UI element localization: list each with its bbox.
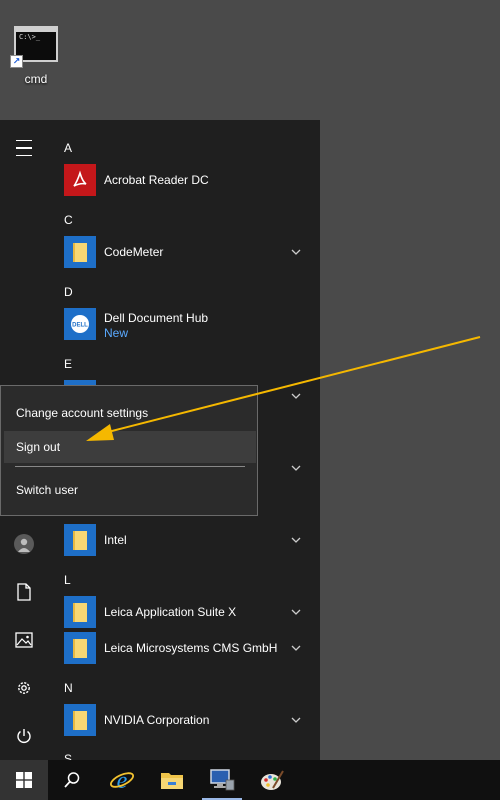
windows-start-icon <box>16 772 32 788</box>
popup-divider <box>15 466 245 467</box>
settings-button[interactable] <box>0 666 48 710</box>
document-icon <box>17 583 31 601</box>
letter-header-l[interactable]: L <box>64 573 71 587</box>
chevron-down-icon <box>291 393 301 399</box>
dell-icon: DELL <box>64 308 96 340</box>
app-intel[interactable]: Intel <box>56 524 318 560</box>
cmd-thumb-text: C:\>_ <box>19 33 41 41</box>
chevron-down-icon <box>291 465 301 471</box>
user-icon <box>14 534 34 554</box>
app-name: Acrobat Reader DC <box>104 173 209 187</box>
search-icon <box>64 772 80 788</box>
account-flyout: Change account settings Sign out Switch … <box>0 385 258 516</box>
desktop-shortcut-cmd[interactable]: C:\>_ ↗ cmd <box>8 26 64 92</box>
chevron-down-icon <box>291 249 301 255</box>
chevron-down-icon <box>291 645 301 651</box>
chevron-down-icon <box>291 717 301 723</box>
new-badge: New <box>104 326 129 340</box>
letter-header-n[interactable]: N <box>64 681 73 695</box>
paint-icon <box>261 770 284 790</box>
folder-icon <box>64 632 96 664</box>
internet-explorer-button[interactable]: e <box>98 760 146 800</box>
app-name: Intel <box>104 533 127 547</box>
svg-text:e: e <box>117 768 128 793</box>
svg-text:DELL: DELL <box>72 323 88 329</box>
app-name: Leica Application Suite X <box>104 605 237 619</box>
server-manager-icon <box>210 769 235 791</box>
app-name: NVIDIA Corporation <box>104 713 210 727</box>
folder-icon <box>64 236 96 268</box>
switch-user-item[interactable]: Switch user <box>4 474 256 506</box>
app-name: CodeMeter <box>104 245 164 259</box>
chevron-down-icon <box>291 609 301 615</box>
power-button[interactable] <box>0 714 48 758</box>
cmd-icon: C:\>_ ↗ <box>10 26 58 68</box>
app-leica-application-suite[interactable]: Leica Application Suite X <box>56 596 318 632</box>
gear-icon <box>18 682 30 694</box>
documents-button[interactable] <box>0 570 48 614</box>
shortcut-arrow-icon: ↗ <box>10 55 23 68</box>
app-name: Dell Document Hub <box>104 311 209 325</box>
pictures-button[interactable] <box>0 618 48 662</box>
file-explorer-button[interactable] <box>148 760 196 800</box>
app-acrobat-reader[interactable]: Acrobat Reader DC <box>56 164 318 200</box>
pictures-icon <box>15 632 33 648</box>
app-leica-microsystems[interactable]: Leica Microsystems CMS GmbH <box>56 632 318 668</box>
expand-menu-button[interactable] <box>0 126 48 170</box>
folder-icon <box>64 704 96 736</box>
server-manager-button[interactable] <box>198 760 246 800</box>
letter-header-c[interactable]: C <box>64 213 73 227</box>
internet-explorer-icon: e <box>110 768 134 793</box>
chevron-down-icon <box>291 537 301 543</box>
file-explorer-icon <box>161 773 183 789</box>
hamburger-icon <box>16 137 32 160</box>
acrobat-icon <box>64 164 96 196</box>
desktop-shortcut-label: cmd <box>24 72 48 86</box>
folder-icon <box>64 596 96 628</box>
change-account-settings-item[interactable]: Change account settings <box>4 397 256 429</box>
taskbar: e <box>0 760 500 800</box>
app-name: Leica Microsystems CMS GmbH <box>104 641 278 655</box>
letter-header-e[interactable]: E <box>64 357 72 371</box>
search-button[interactable] <box>48 760 96 800</box>
power-icon <box>17 729 31 743</box>
user-account-button[interactable] <box>0 522 48 566</box>
paint-button[interactable] <box>248 760 296 800</box>
folder-icon <box>64 524 96 556</box>
letter-header-a[interactable]: A <box>64 141 72 155</box>
letter-header-s[interactable]: S <box>64 752 72 760</box>
app-codemeter[interactable]: CodeMeter <box>56 236 318 272</box>
start-button[interactable] <box>0 760 48 800</box>
app-nvidia[interactable]: NVIDIA Corporation <box>56 704 318 740</box>
letter-header-d[interactable]: D <box>64 285 73 299</box>
sign-out-item[interactable]: Sign out <box>4 431 256 463</box>
app-dell-document-hub[interactable]: DELL Dell Document Hub New <box>56 308 318 344</box>
